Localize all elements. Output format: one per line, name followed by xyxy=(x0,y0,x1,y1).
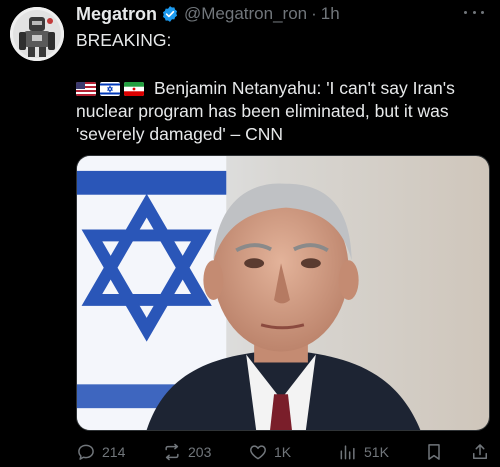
us-flag-icon xyxy=(76,81,96,96)
bookmark-icon xyxy=(424,442,444,462)
tweet-headline-line: Benjamin Netanyahu: 'I can't say Iran's xyxy=(76,77,488,100)
tweet-media-photo[interactable] xyxy=(76,155,490,431)
views-icon xyxy=(338,442,358,462)
author-name[interactable]: Megatron xyxy=(76,4,157,25)
repost-icon xyxy=(162,442,182,462)
views-count: 51K xyxy=(364,444,389,460)
iran-flag-icon xyxy=(124,81,144,96)
views-button[interactable]: 51K xyxy=(338,440,389,464)
separator-dot: · xyxy=(311,4,317,23)
like-icon xyxy=(248,442,268,462)
share-button[interactable] xyxy=(470,440,490,464)
headline-text-part3: 'severely damaged' – CNN xyxy=(76,124,284,144)
headline-text-part1: Benjamin Netanyahu: 'I can't say Iran's xyxy=(154,78,455,98)
verified-badge-icon xyxy=(161,5,179,23)
more-icon[interactable] xyxy=(464,8,484,16)
reply-button[interactable]: 214 xyxy=(76,440,125,464)
repost-count: 203 xyxy=(188,444,212,460)
israel-flag-icon xyxy=(100,81,120,96)
headline-text-part2: nuclear program has been eliminated, but… xyxy=(76,101,449,121)
tweet-text-breaking: BREAKING: xyxy=(76,30,172,50)
tweet-header: Megatron @Megatron_ron · 1h xyxy=(76,3,340,25)
repost-button[interactable]: 203 xyxy=(162,440,211,464)
timestamp[interactable]: 1h xyxy=(321,4,340,24)
reply-icon xyxy=(76,442,96,462)
bookmark-button[interactable] xyxy=(424,440,444,464)
tweet-action-bar: 214 203 1K 51K xyxy=(76,440,490,464)
author-handle[interactable]: @Megatron_ron xyxy=(184,4,307,24)
photo-image xyxy=(77,156,489,430)
reply-count: 214 xyxy=(102,444,126,460)
share-icon xyxy=(470,442,490,462)
like-button[interactable]: 1K xyxy=(248,440,291,464)
avatar-robot-image xyxy=(10,7,64,61)
avatar[interactable] xyxy=(10,7,64,61)
like-count: 1K xyxy=(274,444,292,460)
